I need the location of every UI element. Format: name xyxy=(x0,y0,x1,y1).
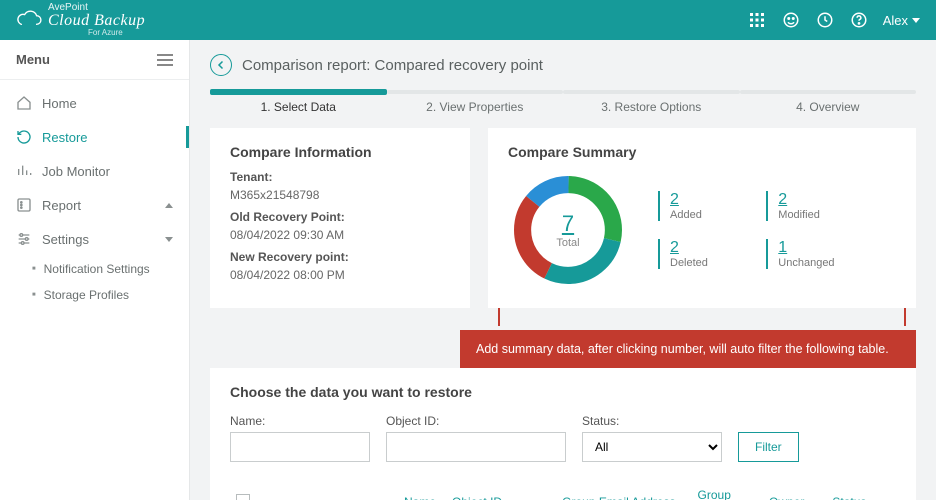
filter-object-input[interactable] xyxy=(386,432,566,462)
cloud-logo-icon xyxy=(16,7,42,33)
monitor-icon xyxy=(16,163,32,179)
sidebar-item-restore[interactable]: Restore xyxy=(0,120,189,154)
col-status[interactable]: Status xyxy=(826,478,896,500)
page-title: Comparison report: Compared recovery poi… xyxy=(242,57,543,74)
filter-button[interactable]: Filter xyxy=(738,432,799,462)
smile-icon[interactable] xyxy=(781,10,801,30)
stat-modified: 2 Modified xyxy=(766,191,834,221)
total-label: Total xyxy=(556,237,579,249)
new-rp-value: 08/04/2022 08:00 PM xyxy=(230,268,450,282)
sidebar-title: Menu xyxy=(16,52,50,67)
user-name: Alex xyxy=(883,13,908,28)
step-4[interactable]: 4. Overview xyxy=(740,90,917,114)
sidebar-item-job-monitor[interactable]: Job Monitor xyxy=(0,154,189,188)
callout-connector xyxy=(488,308,916,332)
chevron-up-icon xyxy=(165,203,173,208)
compare-information-card: Compare Information Tenant: M365x2154879… xyxy=(210,128,470,308)
compare-summary-heading: Compare Summary xyxy=(508,144,896,160)
restore-section: Choose the data you want to restore Name… xyxy=(210,368,916,500)
stepper: 1. Select Data 2. View Properties 3. Res… xyxy=(210,90,916,114)
col-email[interactable]: Group Email Address xyxy=(556,478,691,500)
sidebar-item-report[interactable]: Report xyxy=(0,188,189,222)
stat-added: 2 Added xyxy=(658,191,726,221)
sidebar-item-label: Restore xyxy=(42,130,88,145)
col-owner[interactable]: Owner xyxy=(763,478,826,500)
brand: AvePoint Cloud Backup For Azure xyxy=(16,3,145,37)
new-rp-label: New Recovery point: xyxy=(230,250,450,264)
stat-unchanged: 1 Unchanged xyxy=(766,239,834,269)
help-icon[interactable] xyxy=(849,10,869,30)
refresh-icon[interactable] xyxy=(815,10,835,30)
step-1[interactable]: 1. Select Data xyxy=(210,90,387,114)
back-button[interactable] xyxy=(210,54,232,76)
tenant-value: M365x21548798 xyxy=(230,188,450,202)
brand-sub: For Azure xyxy=(88,29,145,37)
restore-heading: Choose the data you want to restore xyxy=(230,384,896,400)
home-icon xyxy=(16,95,32,111)
compare-summary-card: Compare Summary 7 Total xyxy=(488,128,916,308)
stat-added-link[interactable]: 2 xyxy=(670,191,726,209)
total-link[interactable]: 7 xyxy=(562,211,574,237)
select-all-checkbox[interactable] xyxy=(236,494,250,500)
sidebar-item-label: Settings xyxy=(42,232,89,247)
sidebar-item-home[interactable]: Home xyxy=(0,86,189,120)
filter-object-label: Object ID: xyxy=(386,414,566,428)
tenant-label: Tenant: xyxy=(230,170,450,184)
stat-unchanged-link[interactable]: 1 xyxy=(778,239,834,257)
col-type[interactable]: Group Type xyxy=(692,478,764,500)
old-rp-value: 08/04/2022 09:30 AM xyxy=(230,228,450,242)
settings-icon xyxy=(16,231,32,247)
chevron-down-icon xyxy=(165,237,173,242)
restore-icon xyxy=(16,129,32,145)
filter-name-input[interactable] xyxy=(230,432,370,462)
top-bar: AvePoint Cloud Backup For Azure Alex xyxy=(0,0,936,40)
col-name[interactable]: Name xyxy=(398,478,446,500)
sidebar-item-label: Home xyxy=(42,96,77,111)
sidebar-item-settings[interactable]: Settings xyxy=(0,222,189,256)
restore-table: Name Object ID Group Email Address Group… xyxy=(230,478,896,500)
filter-status-select[interactable]: All xyxy=(582,432,722,462)
sidebar-item-label: Job Monitor xyxy=(42,164,110,179)
brand-name: Cloud Backup xyxy=(48,13,145,29)
filter-name-label: Name: xyxy=(230,414,370,428)
user-menu[interactable]: Alex xyxy=(883,13,920,28)
summary-donut-chart: 7 Total xyxy=(508,170,628,290)
hamburger-icon[interactable] xyxy=(157,54,173,66)
main-content: Comparison report: Compared recovery poi… xyxy=(190,40,936,500)
compare-info-heading: Compare Information xyxy=(230,144,450,160)
sidebar-item-label: Report xyxy=(42,198,81,213)
callout-note: Add summary data, after clicking number,… xyxy=(460,330,916,368)
apps-icon[interactable] xyxy=(747,10,767,30)
old-rp-label: Old Recovery Point: xyxy=(230,210,450,224)
stat-modified-link[interactable]: 2 xyxy=(778,191,834,209)
brand-small: AvePoint xyxy=(48,3,145,13)
sidebar-sub-notification[interactable]: Notification Settings xyxy=(0,256,189,282)
sidebar: Menu Home Restore Job Monitor Report xyxy=(0,40,190,500)
caret-down-icon xyxy=(912,18,920,23)
stat-deleted-link[interactable]: 2 xyxy=(670,239,726,257)
step-2[interactable]: 2. View Properties xyxy=(387,90,564,114)
report-icon xyxy=(16,197,32,213)
sidebar-sub-storage[interactable]: Storage Profiles xyxy=(0,282,189,308)
stat-deleted: 2 Deleted xyxy=(658,239,726,269)
filter-status-label: Status: xyxy=(582,414,722,428)
step-3[interactable]: 3. Restore Options xyxy=(563,90,740,114)
col-object-id[interactable]: Object ID xyxy=(446,478,556,500)
